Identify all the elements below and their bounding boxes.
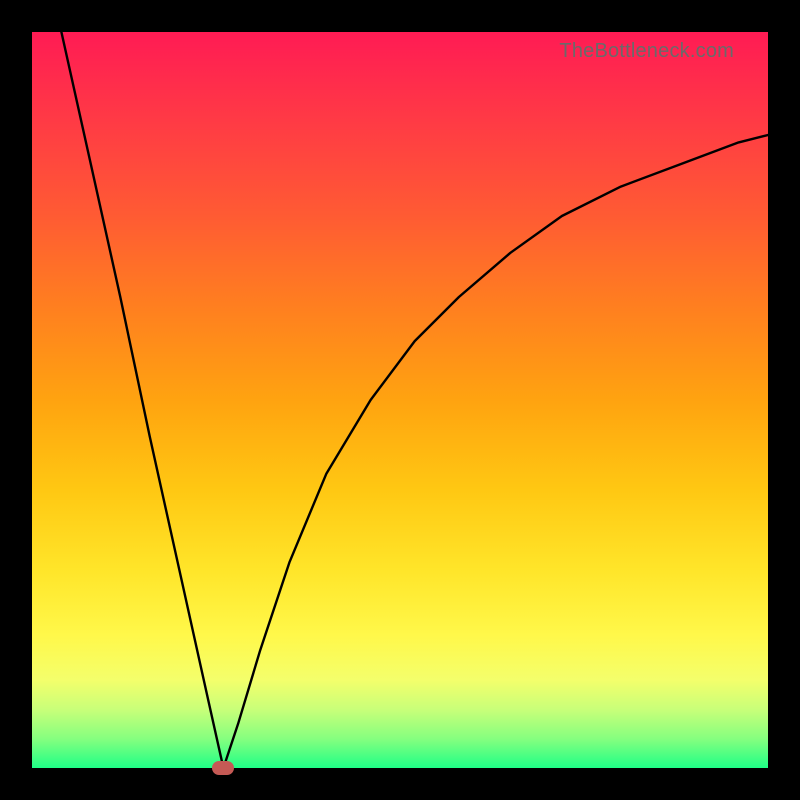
- watermark-text: TheBottleneck.com: [559, 40, 734, 63]
- chart-frame: TheBottleneck.com: [0, 0, 800, 800]
- plot-area: TheBottleneck.com: [32, 32, 768, 768]
- optimum-marker: [212, 761, 234, 775]
- curve-path: [61, 32, 768, 768]
- bottleneck-curve: [32, 32, 768, 768]
